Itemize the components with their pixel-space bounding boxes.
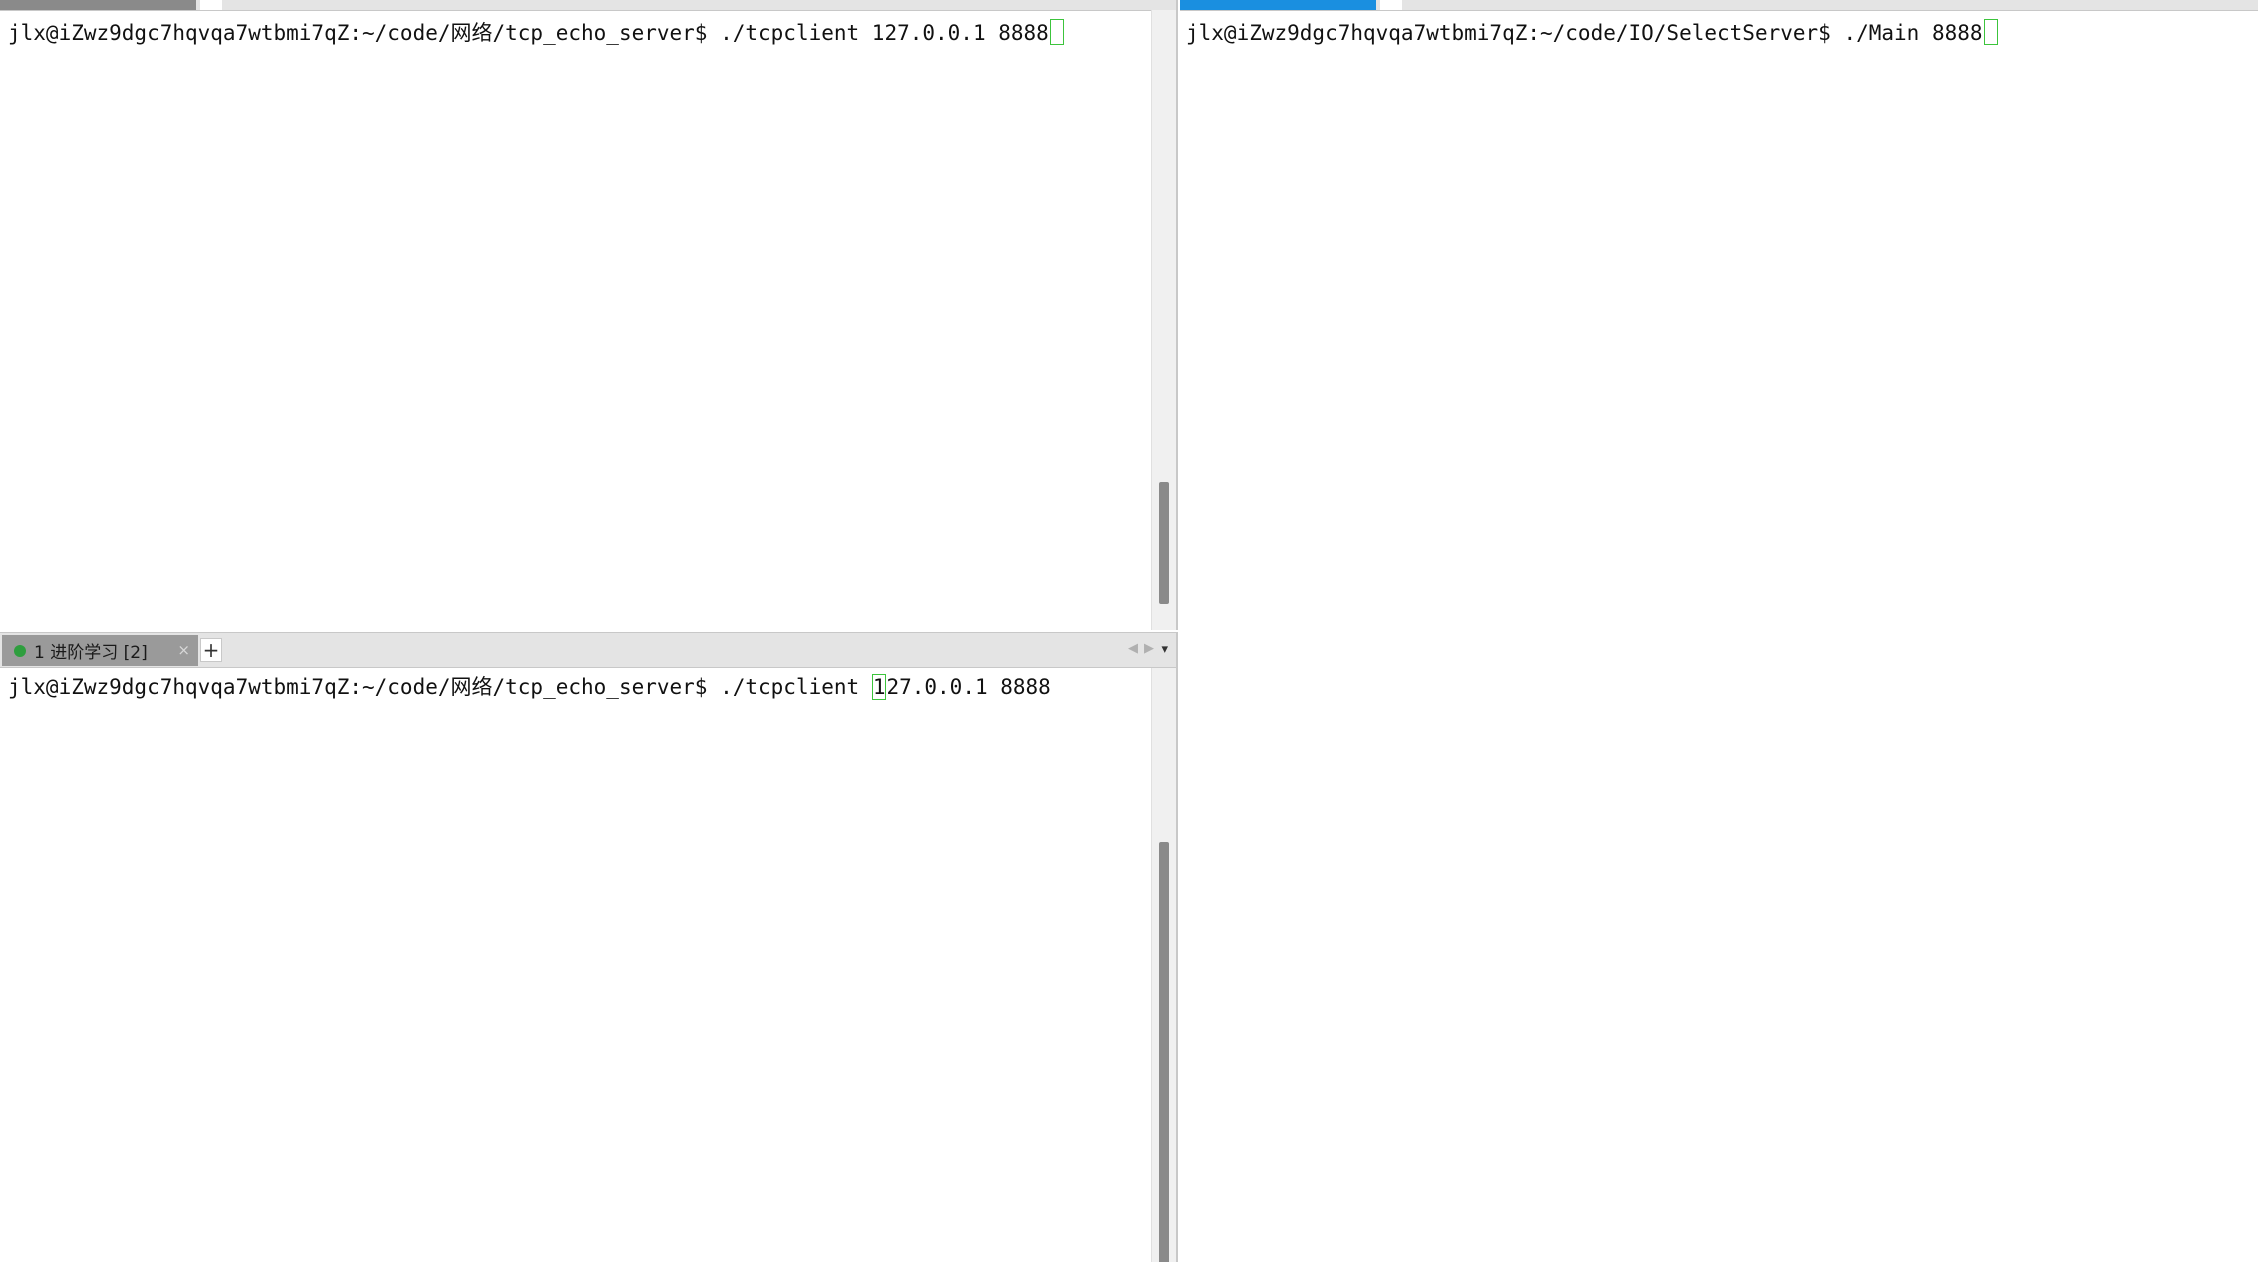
tab-strip-top-right bbox=[1180, 0, 2258, 11]
tab-strip-top-left bbox=[0, 0, 1176, 11]
session-status-icon bbox=[14, 644, 26, 657]
terminal-pane-left-top[interactable]: jlx@iZwz9dgc7hqvqa7wtbmi7qZ:~/code/网络/tc… bbox=[0, 0, 1178, 630]
terminal-app: jlx@iZwz9dgc7hqvqa7wtbmi7qZ:~/code/网络/tc… bbox=[0, 0, 2258, 1262]
shell-command: ./Main 8888 bbox=[1843, 21, 1983, 45]
vertical-scrollbar[interactable] bbox=[1151, 10, 1176, 630]
text-cursor bbox=[1049, 19, 1064, 45]
scroll-tabs-left-icon[interactable]: ◀ bbox=[1128, 641, 1138, 656]
terminal-output[interactable]: jlx@iZwz9dgc7hqvqa7wtbmi7qZ:~/code/IO/Se… bbox=[1186, 18, 2228, 48]
tab-add-partial[interactable] bbox=[200, 0, 222, 10]
shell-prompt: jlx@iZwz9dgc7hqvqa7wtbmi7qZ:~/code/网络/tc… bbox=[8, 675, 721, 699]
shell-command-part: ./tcpclient bbox=[720, 675, 872, 699]
terminal-output[interactable]: jlx@iZwz9dgc7hqvqa7wtbmi7qZ:~/code/网络/tc… bbox=[8, 18, 1146, 48]
tab-menu-chevron-icon[interactable]: ▾ bbox=[1161, 642, 1168, 657]
shell-prompt: jlx@iZwz9dgc7hqvqa7wtbmi7qZ:~/code/网络/tc… bbox=[8, 21, 721, 45]
terminal-pane-left-bottom[interactable]: 1 进阶学习 [2] × + ◀ ▶ ▾ jlx@iZwz9dgc7hqvqa7… bbox=[0, 632, 1178, 1262]
terminal-pane-right[interactable]: jlx@iZwz9dgc7hqvqa7wtbmi7qZ:~/code/IO/Se… bbox=[1180, 0, 2258, 1262]
tab-add-partial[interactable] bbox=[1380, 0, 1402, 10]
close-icon[interactable]: × bbox=[177, 641, 190, 659]
add-tab-button[interactable]: + bbox=[200, 638, 222, 662]
tab-partial-left[interactable] bbox=[0, 0, 196, 10]
text-cursor bbox=[1983, 19, 1998, 45]
terminal-output[interactable]: jlx@iZwz9dgc7hqvqa7wtbmi7qZ:~/code/网络/tc… bbox=[8, 672, 1146, 702]
text-cursor: 1 bbox=[871, 674, 887, 700]
scrollbar-thumb[interactable] bbox=[1159, 842, 1169, 1262]
shell-command: ./tcpclient 127.0.0.1 8888 bbox=[720, 21, 1049, 45]
tab-session[interactable]: 1 进阶学习 [2] × bbox=[2, 635, 198, 666]
vertical-scrollbar[interactable] bbox=[1151, 668, 1176, 1262]
tab-partial-active[interactable] bbox=[1180, 0, 1376, 10]
scroll-tabs-right-icon[interactable]: ▶ bbox=[1144, 641, 1154, 656]
shell-prompt: jlx@iZwz9dgc7hqvqa7wtbmi7qZ:~/code/IO/Se… bbox=[1186, 21, 1844, 45]
scrollbar-thumb[interactable] bbox=[1159, 482, 1169, 604]
tab-label: 1 进阶学习 [2] bbox=[34, 643, 148, 663]
tab-bar: 1 进阶学习 [2] × + ◀ ▶ ▾ bbox=[0, 632, 1176, 668]
shell-command-part: 27.0.0.1 8888 bbox=[886, 675, 1051, 699]
